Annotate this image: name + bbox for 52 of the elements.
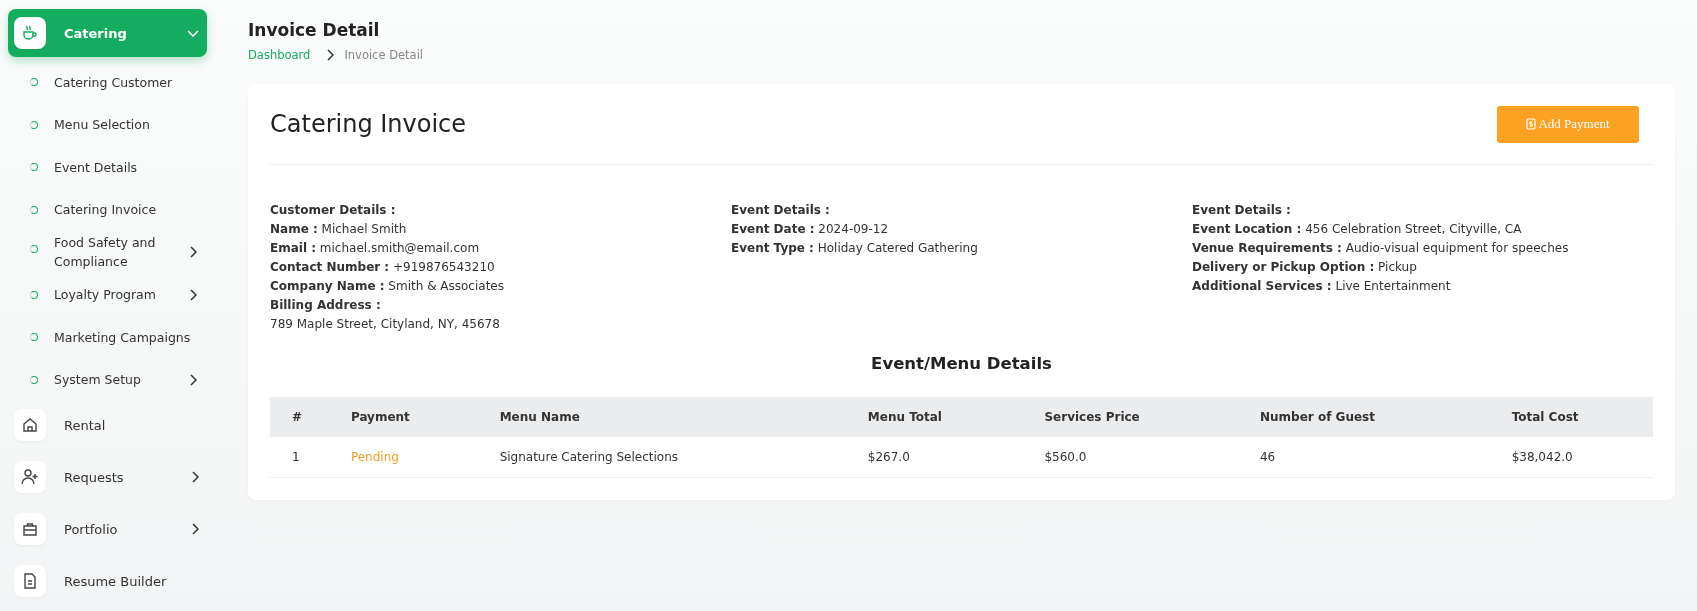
invoice-title: Catering Invoice	[270, 110, 467, 138]
sidebar-item[interactable]: Requests	[8, 453, 207, 501]
submenu-item[interactable]: Catering Customer	[8, 61, 207, 104]
home-icon	[22, 417, 38, 433]
column-header: #	[270, 397, 329, 437]
table-cell: 46	[1238, 437, 1490, 478]
detail-line: Delivery or Pickup Option : Pickup	[1192, 259, 1418, 276]
breadcrumb-current: Invoice Detail	[344, 48, 424, 62]
column-header: Total Cost	[1489, 397, 1653, 437]
table-title: Event/Menu Details	[870, 354, 1053, 373]
detail-line: Event Date : 2024-09-12	[731, 221, 890, 238]
column-header: Number of Guest	[1238, 397, 1490, 437]
table-cell: $38,042.0	[1489, 437, 1653, 478]
payment-status: Pending	[328, 437, 478, 478]
detail-line: Company Name : Smith & Associates	[270, 278, 505, 295]
sidebar-item[interactable]: Portfolio	[8, 505, 207, 553]
detail-line: Additional Services : Live Entertainment	[1192, 278, 1452, 295]
table-cell: $560.0	[1022, 437, 1238, 478]
submenu-item[interactable]: Event Details	[8, 146, 207, 189]
column-header: Services Price	[1022, 397, 1238, 437]
submenu-item[interactable]: Catering Invoice	[8, 188, 207, 231]
detail-line: 789 Maple Street, Cityland, NY, 45678	[270, 316, 501, 333]
sidebar-item[interactable]: Resume Builder	[8, 557, 207, 605]
submenu-item[interactable]: Marketing Campaigns	[8, 316, 207, 359]
table-cell: Signature Catering Selections	[477, 437, 846, 478]
section-heading: Event Details :	[731, 202, 831, 219]
submenu-item[interactable]: Food Safety and Compliance	[8, 231, 207, 274]
column-header: Payment	[328, 397, 478, 437]
table-cell: 1	[270, 437, 329, 478]
detail-line: Event Location : 456 Celebration Street, Cityville, CA	[1192, 221, 1523, 238]
detail-line: Contact Number : +919876543210	[270, 259, 496, 276]
page-title: Invoice Detail	[248, 20, 381, 40]
table-cell: $267.0	[845, 437, 1023, 478]
detail-line: Venue Requirements : Audio-visual equipment for speeches	[1192, 240, 1570, 257]
submenu-item[interactable]: System Setup	[8, 358, 207, 401]
document-icon	[23, 573, 37, 589]
column-header: Menu Name	[477, 397, 846, 437]
section-heading: Event Details :	[1192, 202, 1292, 219]
sidebar-item[interactable]: Rental	[8, 401, 207, 449]
detail-line: Event Type : Holiday Catered Gathering	[731, 240, 979, 257]
money-icon	[1526, 118, 1537, 130]
submenu-item[interactable]: Loyalty Program	[8, 273, 207, 316]
user-plus-icon	[21, 469, 39, 485]
detail-line: Billing Address :	[270, 297, 382, 314]
column-header: Menu Total	[845, 397, 1023, 437]
detail-line: Email : michael.smith@email.com	[270, 240, 481, 257]
submenu-item[interactable]: Menu Selection	[8, 103, 207, 146]
section-heading: Customer Details :	[270, 202, 397, 219]
briefcase-icon	[22, 521, 38, 537]
chevron-right-icon	[326, 49, 335, 61]
coffee-cup-icon	[21, 24, 39, 42]
detail-line: Name : Michael Smith	[270, 221, 408, 238]
